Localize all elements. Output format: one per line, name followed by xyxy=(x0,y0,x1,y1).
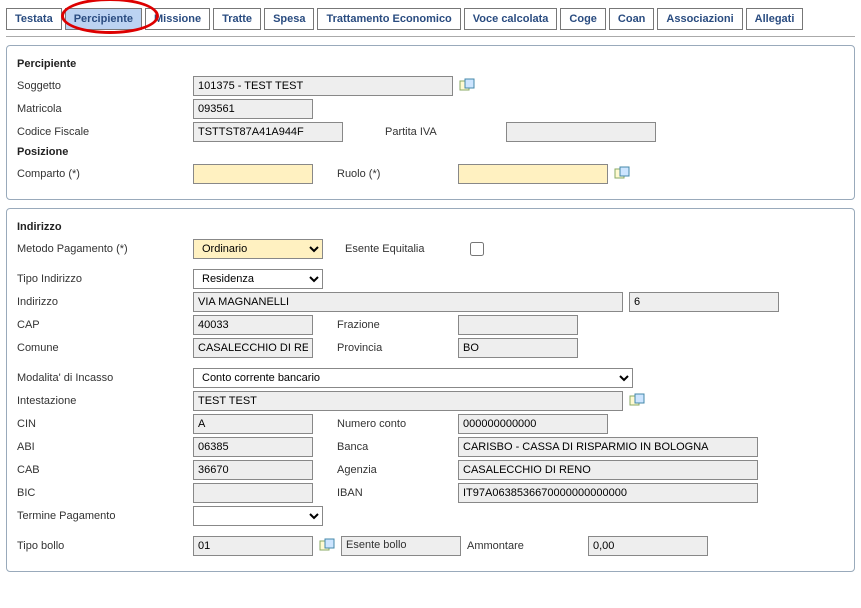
input-provincia[interactable] xyxy=(458,338,578,358)
tab-allegati[interactable]: Allegati xyxy=(746,8,804,30)
select-termine-pagamento[interactable] xyxy=(193,506,323,526)
label-bic: BIC xyxy=(17,487,187,499)
input-intestazione[interactable] xyxy=(193,391,623,411)
input-civico[interactable] xyxy=(629,292,779,312)
lookup-soggetto-icon[interactable] xyxy=(459,78,475,94)
input-comune[interactable] xyxy=(193,338,313,358)
label-cf: Codice Fiscale xyxy=(17,126,187,138)
select-tipo-indirizzo[interactable]: Residenza xyxy=(193,269,323,289)
input-cin[interactable] xyxy=(193,414,313,434)
select-modalita-incasso[interactable]: Conto corrente bancario xyxy=(193,368,633,388)
label-tipo-bollo: Tipo bollo xyxy=(17,540,187,552)
tab-trattamento[interactable]: Trattamento Economico xyxy=(317,8,460,30)
section-posizione-title: Posizione xyxy=(17,146,844,158)
section-indirizzo-title: Indirizzo xyxy=(17,221,844,233)
tab-spesa[interactable]: Spesa xyxy=(264,8,314,30)
label-matricola: Matricola xyxy=(17,103,187,115)
input-frazione[interactable] xyxy=(458,315,578,335)
label-modalita-incasso: Modalita' di Incasso xyxy=(17,372,187,384)
section-percipiente-title: Percipiente xyxy=(17,58,844,70)
lookup-intestazione-icon[interactable] xyxy=(629,393,645,409)
tab-coge[interactable]: Coge xyxy=(560,8,606,30)
input-matricola[interactable] xyxy=(193,99,313,119)
input-comparto[interactable] xyxy=(193,164,313,184)
label-numero-conto: Numero conto xyxy=(337,418,452,430)
label-cin: CIN xyxy=(17,418,187,430)
input-ammontare[interactable] xyxy=(588,536,708,556)
label-tipo-indirizzo: Tipo Indirizzo xyxy=(17,273,187,285)
panel-indirizzo: Indirizzo Metodo Pagamento (*) Ordinario… xyxy=(6,208,855,572)
input-cf[interactable] xyxy=(193,122,343,142)
label-cab: CAB xyxy=(17,464,187,476)
label-abi: ABI xyxy=(17,441,187,453)
checkbox-esente-equitalia[interactable] xyxy=(470,242,484,256)
label-esente-equitalia: Esente Equitalia xyxy=(345,243,460,255)
input-indirizzo[interactable] xyxy=(193,292,623,312)
label-comparto: Comparto (*) xyxy=(17,168,187,180)
input-agenzia[interactable] xyxy=(458,460,758,480)
tab-bar: Testata Percipiente Missione Tratte Spes… xyxy=(6,6,855,37)
label-piva: Partita IVA xyxy=(385,126,500,138)
tab-percipiente[interactable]: Percipiente xyxy=(65,8,142,30)
label-metodo-pagamento: Metodo Pagamento (*) xyxy=(17,243,187,255)
label-ammontare: Ammontare xyxy=(467,540,582,552)
label-cap: CAP xyxy=(17,319,187,331)
label-agenzia: Agenzia xyxy=(337,464,452,476)
input-piva[interactable] xyxy=(506,122,656,142)
lookup-tipo-bollo-icon[interactable] xyxy=(319,538,335,554)
tab-missione[interactable]: Missione xyxy=(145,8,210,30)
input-iban[interactable] xyxy=(458,483,758,503)
input-cap[interactable] xyxy=(193,315,313,335)
tab-testata[interactable]: Testata xyxy=(6,8,62,30)
label-provincia: Provincia xyxy=(337,342,452,354)
tab-associazioni[interactable]: Associazioni xyxy=(657,8,742,30)
input-ruolo[interactable] xyxy=(458,164,608,184)
input-bic[interactable] xyxy=(193,483,313,503)
input-tipo-bollo[interactable] xyxy=(193,536,313,556)
tab-voce[interactable]: Voce calcolata xyxy=(464,8,558,30)
label-termine-pagamento: Termine Pagamento xyxy=(17,510,187,522)
label-indirizzo: Indirizzo xyxy=(17,296,187,308)
label-ruolo: Ruolo (*) xyxy=(337,168,452,180)
input-numero-conto[interactable] xyxy=(458,414,608,434)
input-cab[interactable] xyxy=(193,460,313,480)
select-metodo-pagamento[interactable]: Ordinario xyxy=(193,239,323,259)
label-intestazione: Intestazione xyxy=(17,395,187,407)
label-banca: Banca xyxy=(337,441,452,453)
label-frazione: Frazione xyxy=(337,319,452,331)
label-esente-bollo: Esente bollo xyxy=(341,536,461,556)
label-iban: IBAN xyxy=(337,487,452,499)
tab-coan[interactable]: Coan xyxy=(609,8,655,30)
input-banca[interactable] xyxy=(458,437,758,457)
panel-percipiente: Percipiente Soggetto Matricola Codice Fi… xyxy=(6,45,855,200)
input-soggetto[interactable] xyxy=(193,76,453,96)
input-abi[interactable] xyxy=(193,437,313,457)
lookup-ruolo-icon[interactable] xyxy=(614,166,630,182)
tab-tratte[interactable]: Tratte xyxy=(213,8,261,30)
label-comune: Comune xyxy=(17,342,187,354)
label-soggetto: Soggetto xyxy=(17,80,187,92)
